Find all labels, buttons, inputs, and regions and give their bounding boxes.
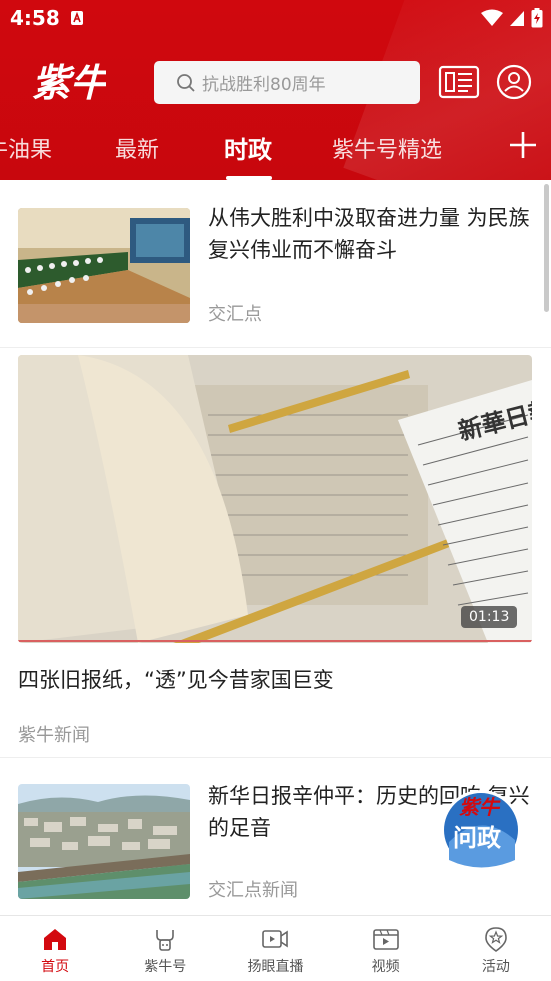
video-cover-old-newspapers[interactable]: 新華日報 [18, 355, 532, 643]
nav-video[interactable]: 视频 [331, 916, 441, 981]
tab-politics[interactable]: 时政 [224, 130, 272, 165]
news-card-1[interactable]: 从伟大胜利中汲取奋进力量 为民族复兴伟业而不懈奋斗 交汇点 [0, 180, 551, 348]
notification-a-icon [71, 11, 83, 25]
svg-text:紫牛: 紫牛 [32, 60, 106, 105]
app-header: 4:58 紫牛 抗战胜利80周年 油果 最新 时政 紫牛号精选 [0, 0, 551, 180]
status-icons [481, 8, 543, 28]
home-icon [44, 929, 67, 950]
badge-line2: 问政 [453, 824, 501, 852]
nav-label: 视频 [371, 959, 400, 975]
video-source: 紫牛新闻 [18, 725, 90, 746]
search-placeholder: 抗战胜利80周年 [202, 75, 326, 95]
news-source: 交汇点新闻 [208, 880, 298, 901]
nav-label: 扬眼直播 [247, 959, 304, 975]
nav-home[interactable]: 首页 [0, 916, 110, 981]
video-icon [372, 929, 399, 950]
user-avatar-icon[interactable] [496, 64, 532, 100]
bottom-navigation: 首页 紫牛号 扬眼直播 视频 活动 [0, 915, 551, 981]
badge-line1: 紫牛 [459, 795, 501, 819]
tab-latest[interactable]: 最新 [115, 132, 159, 164]
news-thumbnail-meeting [18, 208, 190, 323]
live-icon [262, 930, 289, 948]
nav-activity[interactable]: 活动 [441, 916, 551, 981]
search-bar[interactable]: 抗战胜利80周年 [154, 61, 420, 104]
nav-label: 首页 [41, 959, 70, 975]
ziniu-hao-icon [156, 930, 175, 951]
add-channel-icon[interactable] [508, 130, 538, 160]
signal-icon [510, 11, 524, 26]
activity-icon [485, 927, 507, 952]
nav-live[interactable]: 扬眼直播 [220, 916, 330, 981]
nav-label: 紫牛号 [144, 959, 187, 975]
newspaper-icon[interactable] [438, 64, 480, 100]
news-title[interactable]: 从伟大胜利中汲取奋进力量 为民族复兴伟业而不懈奋斗 [208, 202, 536, 266]
ziniu-logo[interactable]: 紫牛 [30, 52, 106, 108]
ziniu-wenzheng-float-badge[interactable]: 紫牛 问政 [439, 780, 523, 870]
nav-label: 活动 [481, 959, 510, 975]
news-card-2-video[interactable]: 新華日報 01:13 四张旧报纸，“透”见今昔家国巨变 紫牛新闻 [0, 348, 551, 758]
channel-tabs: 牛油果 最新 时政 紫牛号精选 [0, 126, 551, 180]
status-time: 4:58 [10, 6, 60, 30]
status-bar: 4:58 [0, 0, 551, 36]
video-title[interactable]: 四张旧报纸，“透”见今昔家国巨变 [18, 664, 334, 694]
news-source: 交汇点 [208, 304, 262, 325]
news-thumbnail-city [18, 784, 190, 899]
battery-icon [531, 8, 543, 28]
search-icon [177, 73, 195, 92]
video-duration: 01:13 [461, 606, 518, 628]
wifi-icon [481, 9, 503, 26]
tab-niuyouguo[interactable]: 牛油果 [0, 132, 52, 164]
tab-ziniuhao-select[interactable]: 紫牛号精选 [332, 132, 442, 164]
feed-scrollbar[interactable] [544, 184, 549, 312]
nav-ziniu-hao[interactable]: 紫牛号 [110, 916, 220, 981]
